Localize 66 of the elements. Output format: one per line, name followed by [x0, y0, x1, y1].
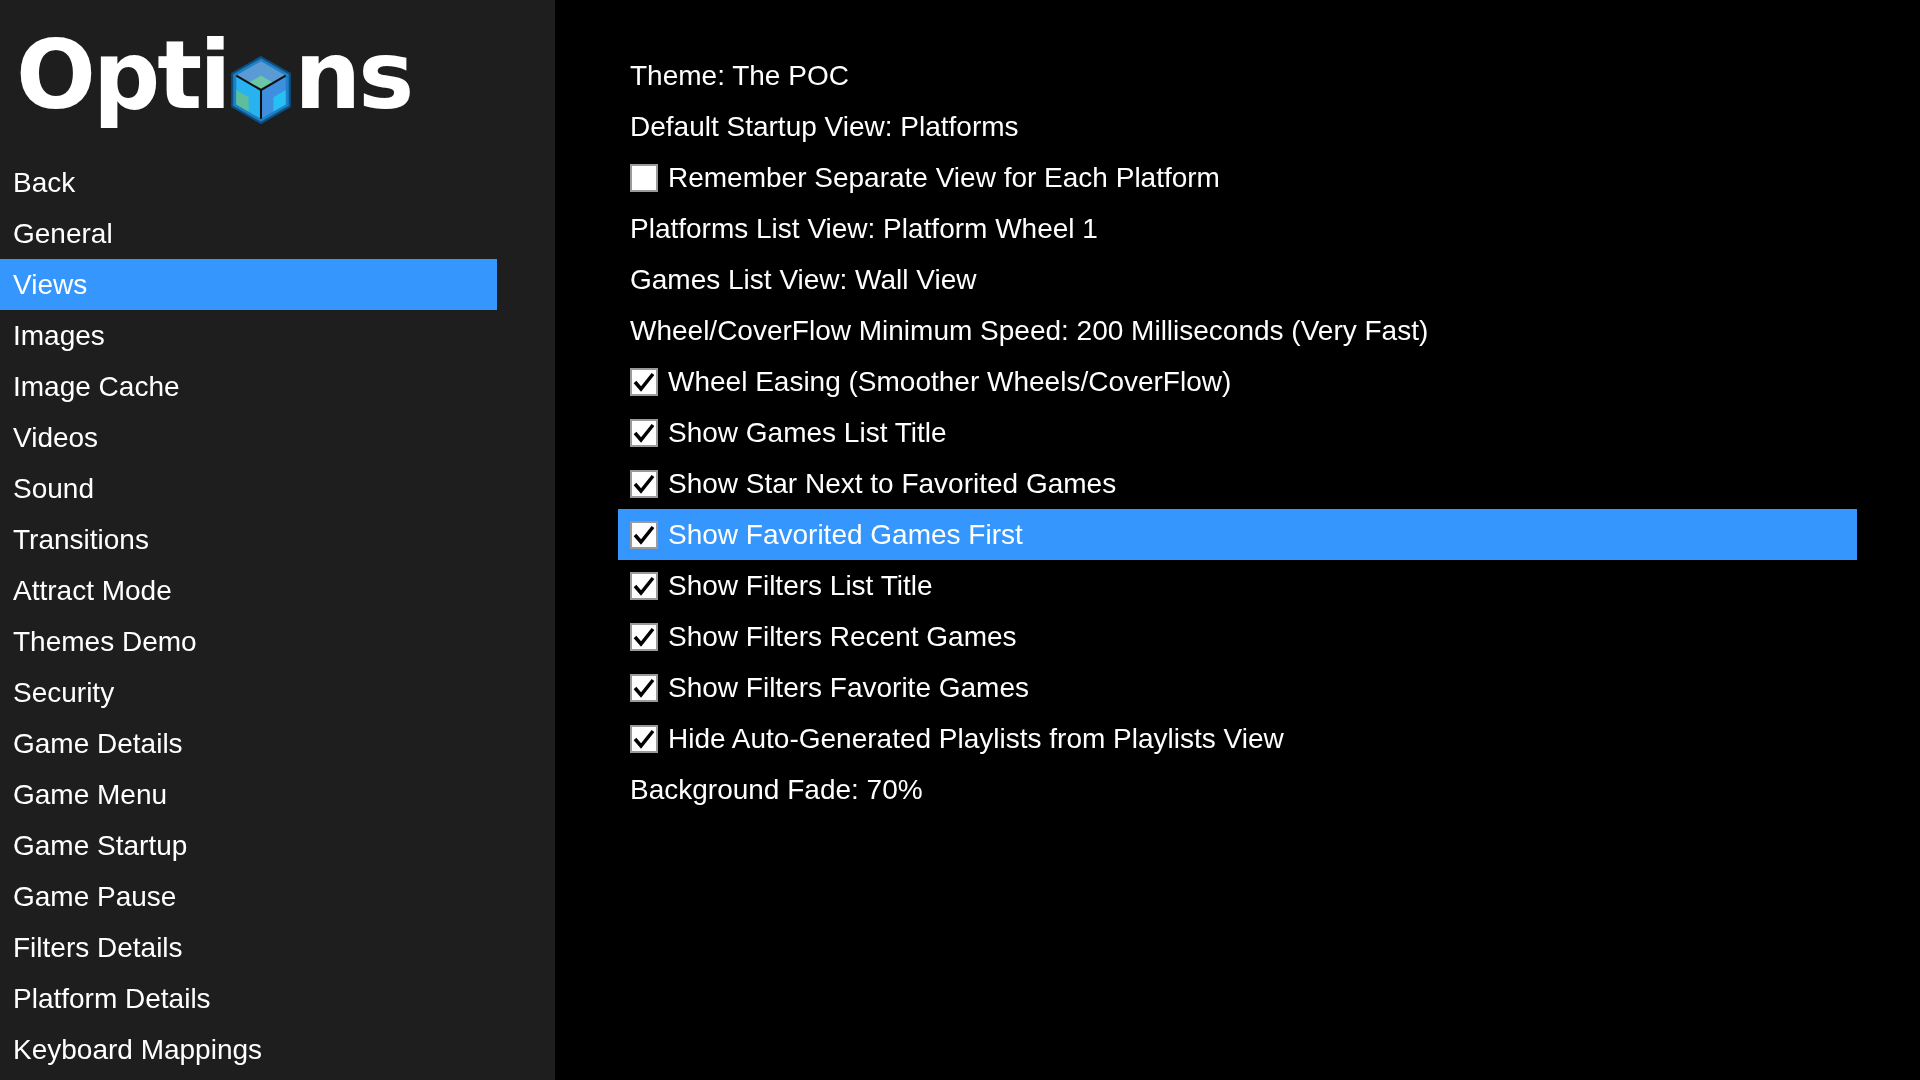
setting-row[interactable]: Background Fade: 70% — [618, 764, 1857, 815]
options-title: ns — [294, 20, 412, 133]
setting-label: Wheel/CoverFlow Minimum Speed: 200 Milliseconds (Very Fast) — [630, 314, 1429, 347]
checkbox[interactable] — [630, 163, 658, 192]
options-title: Opti — [16, 20, 229, 133]
setting-row[interactable]: Show Star Next to Favorited Games — [618, 458, 1857, 509]
checkbox[interactable] — [630, 418, 658, 447]
cube-logo-icon — [230, 54, 293, 125]
sidebar-item[interactable]: Security — [0, 667, 497, 718]
setting-row[interactable]: Wheel/CoverFlow Minimum Speed: 200 Milliseconds (Very Fast) — [618, 305, 1857, 356]
setting-label: Show Favorited Games First — [668, 518, 1023, 551]
sidebar-item[interactable]: Images — [0, 310, 497, 361]
sidebar-item[interactable]: Game Startup — [0, 820, 497, 871]
setting-row[interactable]: Theme: The POC — [618, 50, 1857, 101]
setting-label: Show Star Next to Favorited Games — [668, 467, 1117, 500]
check-icon — [633, 677, 655, 698]
sidebar-item[interactable]: Keyboard Mappings — [0, 1024, 497, 1075]
sidebar-item[interactable]: General — [0, 208, 497, 259]
checkbox[interactable] — [630, 520, 658, 549]
setting-label: Show Filters List Title — [668, 569, 933, 602]
setting-label: Hide Auto-Generated Playlists from Playlists View — [668, 722, 1284, 755]
check-icon — [633, 575, 655, 596]
setting-label: Show Games List Title — [668, 416, 947, 449]
sidebar-item[interactable]: Game Pause — [0, 871, 497, 922]
sidebar-item[interactable]: Game Menu — [0, 769, 497, 820]
checkbox[interactable] — [630, 622, 658, 651]
sidebar-item[interactable]: Videos — [0, 412, 497, 463]
check-icon — [633, 626, 655, 647]
setting-row[interactable]: Wheel Easing (Smoother Wheels/CoverFlow) — [618, 356, 1857, 407]
sidebar-item[interactable]: Sound — [0, 463, 497, 514]
setting-label: Remember Separate View for Each Platform — [668, 161, 1220, 194]
sidebar-item[interactable]: Themes Demo — [0, 616, 497, 667]
check-icon — [633, 422, 655, 443]
sidebar-item[interactable]: Transitions — [0, 514, 497, 565]
checkbox[interactable] — [630, 571, 658, 600]
sidebar-item[interactable]: Image Cache — [0, 361, 497, 412]
check-icon — [633, 371, 655, 392]
checkbox[interactable] — [630, 724, 658, 753]
setting-row[interactable]: Show Filters Recent Games — [618, 611, 1857, 662]
setting-label: Theme: The POC — [630, 59, 849, 92]
sidebar-item[interactable]: Game Details — [0, 718, 497, 769]
sidebar-item[interactable]: Platform Details — [0, 973, 497, 1024]
setting-label: Background Fade: 70% — [630, 773, 923, 806]
setting-label: Show Filters Favorite Games — [668, 671, 1029, 704]
setting-label: Games List View: Wall View — [630, 263, 977, 296]
setting-label: Wheel Easing (Smoother Wheels/CoverFlow) — [668, 365, 1232, 398]
checkbox[interactable] — [630, 469, 658, 498]
setting-row[interactable]: Show Filters Favorite Games — [618, 662, 1857, 713]
setting-row[interactable]: Default Startup View: Platforms — [618, 101, 1857, 152]
check-icon — [633, 524, 655, 545]
setting-row[interactable]: Show Filters List Title — [618, 560, 1857, 611]
setting-label: Show Filters Recent Games — [668, 620, 1017, 653]
setting-row[interactable]: Show Games List Title — [618, 407, 1857, 458]
check-icon — [633, 473, 655, 494]
checkbox[interactable] — [630, 673, 658, 702]
setting-label: Default Startup View: Platforms — [630, 110, 1019, 143]
sidebar-item[interactable]: Filters Details — [0, 922, 497, 973]
checkbox[interactable] — [630, 367, 658, 396]
check-icon — [633, 728, 655, 749]
setting-label: Platforms List View: Platform Wheel 1 — [630, 212, 1098, 245]
sidebar-item[interactable]: Back — [0, 157, 497, 208]
setting-row[interactable]: Remember Separate View for Each Platform — [618, 152, 1857, 203]
setting-row[interactable]: Platforms List View: Platform Wheel 1 — [618, 203, 1857, 254]
setting-row[interactable]: Games List View: Wall View — [618, 254, 1857, 305]
sidebar-item[interactable]: Attract Mode — [0, 565, 497, 616]
setting-row[interactable]: Hide Auto-Generated Playlists from Playlists View — [618, 713, 1857, 764]
